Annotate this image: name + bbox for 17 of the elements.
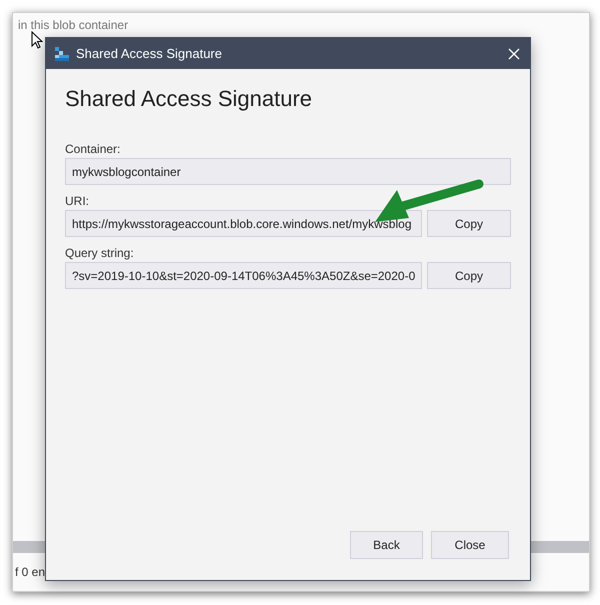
dialog-heading: Shared Access Signature [65, 85, 314, 113]
field-label: Container: [65, 142, 122, 156]
field-label: URI: [65, 194, 90, 208]
window-title: Shared Access Signature [76, 44, 223, 63]
status-text: f 0 en [15, 564, 46, 581]
back-button[interactable]: Back [350, 531, 423, 559]
field-label: Query string: [65, 246, 135, 260]
close-icon[interactable] [508, 48, 520, 60]
text-field[interactable]: https://mykwsstorageaccount.blob.core.windows.net/mykwsblog [65, 210, 422, 237]
copy-button[interactable]: Copy [427, 210, 511, 237]
close-button[interactable]: Close [431, 531, 509, 559]
copy-button[interactable]: Copy [427, 262, 511, 289]
text-field[interactable]: ?sv=2019-10-10&st=2020-09-14T06%3A45%3A50Z&se=2020-0 [65, 262, 422, 289]
app-icon [54, 46, 70, 62]
cursor-icon [31, 31, 43, 49]
text-field[interactable]: mykwsblogcontainer [65, 158, 511, 185]
hint-text: in this blob container [18, 17, 128, 34]
